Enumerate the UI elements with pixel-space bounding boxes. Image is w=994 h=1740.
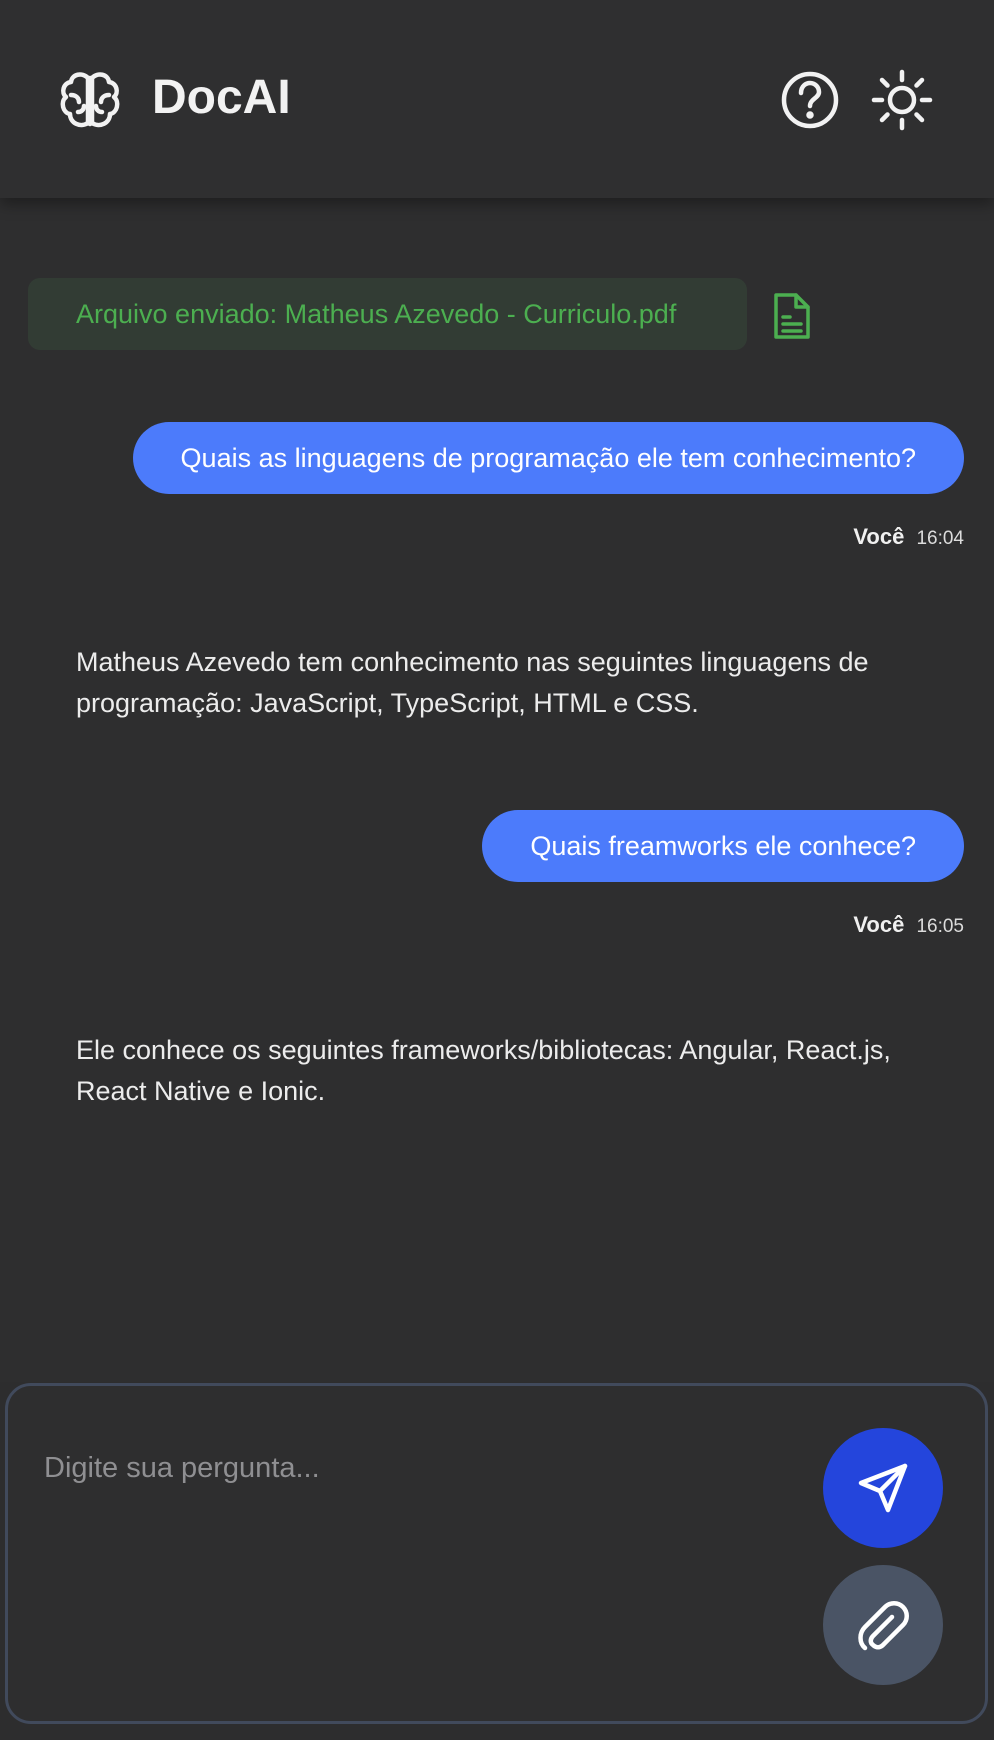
question-input[interactable] — [44, 1436, 764, 1500]
message-author: Você — [853, 524, 905, 549]
theme-toggle-button[interactable] — [866, 64, 938, 136]
user-message-bubble: Quais freamworks ele conhece? — [482, 810, 964, 882]
send-icon — [858, 1463, 908, 1513]
sun-icon — [871, 69, 933, 131]
message-meta: Você 16:04 — [853, 524, 964, 550]
app-title: DocAI — [152, 71, 291, 124]
assistant-message: Matheus Azevedo tem conhecimento nas seg… — [76, 647, 869, 718]
chat-area[interactable]: Arquivo enviado: Matheus Azevedo - Curri… — [0, 198, 994, 1382]
message-time: 16:05 — [916, 916, 964, 937]
help-button[interactable] — [774, 64, 846, 136]
message-author: Você — [853, 912, 905, 937]
app-header: DocAI — [0, 0, 994, 198]
uploaded-file-label: Arquivo enviado: Matheus Azevedo - Curri… — [76, 299, 677, 329]
document-icon[interactable] — [770, 292, 814, 340]
attach-file-button[interactable] — [823, 1565, 943, 1685]
uploaded-file-chip: Arquivo enviado: Matheus Azevedo - Curri… — [28, 278, 747, 350]
message-composer — [5, 1383, 988, 1724]
message-meta: Você 16:05 — [853, 912, 964, 938]
message-time: 16:04 — [916, 528, 964, 549]
docai-app: DocAI Arquivo enviado: Matheus Azevedo -… — [0, 0, 994, 1740]
send-button[interactable] — [823, 1428, 943, 1548]
assistant-message: Ele conhece os seguintes frameworks/bibl… — [76, 1035, 891, 1106]
user-message-bubble: Quais as linguagens de programação ele t… — [132, 422, 964, 494]
brain-icon — [60, 72, 120, 128]
paperclip-icon — [858, 1601, 909, 1651]
help-circle-icon — [781, 71, 839, 129]
